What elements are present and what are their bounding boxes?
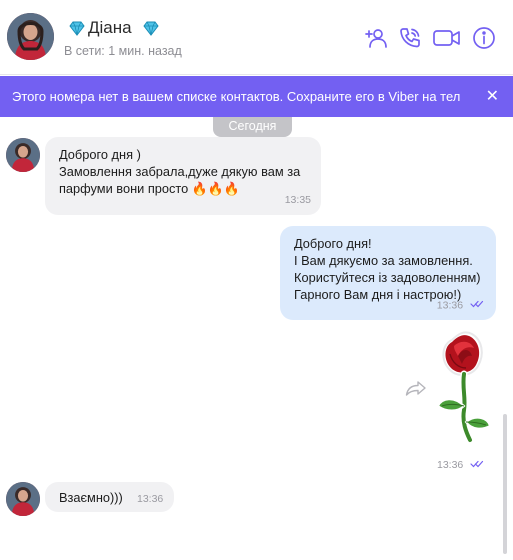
diamond-icon (68, 19, 86, 37)
message-text: Доброго дня ) (59, 147, 141, 162)
close-icon[interactable]: ✕ (486, 76, 499, 117)
diamond-icon (142, 19, 160, 37)
message-text: парфуми вони просто 🔥🔥🔥 (59, 181, 240, 196)
chat-header: Діана В сети: 1 мин. назад (0, 0, 513, 75)
message-time-status: 13:36 (437, 297, 484, 314)
message-time: 13:36 (437, 459, 464, 471)
message-text: І Вам дякуємо за замовлення. (294, 253, 473, 268)
message-text: Замовлення забрала,дуже дякую вам за (59, 164, 301, 179)
contact-name[interactable]: Діана (68, 18, 160, 38)
message-time-status: 13:36 (437, 459, 484, 471)
chat-scrollbar[interactable] (503, 414, 507, 554)
message-time: 13:35 (284, 194, 311, 206)
sender-avatar[interactable] (6, 138, 40, 172)
message-text: Користуйтеся із задоволенням) (294, 270, 481, 285)
presence-status: В сети: 1 мин. назад (64, 44, 182, 58)
message-bubble[interactable]: Доброго дня ) Замовлення забрала,дуже дя… (45, 137, 321, 215)
unknown-contact-banner: Этого номера нет в вашем списке контакто… (0, 76, 513, 117)
forward-icon[interactable] (405, 380, 427, 396)
read-ticks-icon (470, 459, 484, 471)
info-icon[interactable] (472, 26, 496, 50)
read-ticks-icon (470, 297, 484, 314)
banner-text: Этого номера нет в вашем списке контакто… (12, 89, 461, 104)
contact-name-text: Діана (88, 18, 132, 37)
add-contact-icon[interactable] (364, 26, 388, 50)
phone-icon[interactable] (398, 26, 422, 50)
sender-avatar[interactable] (6, 482, 40, 516)
header-actions (364, 26, 496, 50)
date-separator: Сегодня (213, 117, 292, 137)
message-bubble[interactable]: Взаємно))) 13:36 (45, 482, 174, 512)
message-text: Доброго дня! (294, 236, 372, 251)
rose-sticker[interactable] (432, 326, 496, 452)
message-bubble[interactable]: Доброго дня! І Вам дякуємо за замовлення… (280, 226, 496, 320)
message-time: 13:36 (137, 493, 164, 505)
contact-avatar[interactable] (7, 13, 54, 60)
message-time: 13:36 (436, 299, 464, 311)
video-icon[interactable] (432, 26, 462, 50)
